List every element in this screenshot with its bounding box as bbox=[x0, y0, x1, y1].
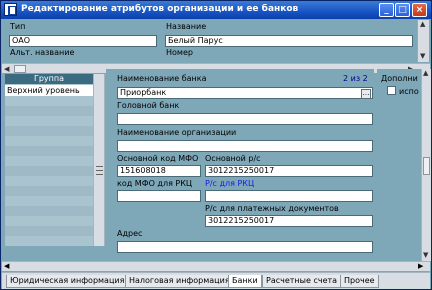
rkc-mfo-field[interactable] bbox=[117, 190, 201, 202]
close-button[interactable]: × bbox=[412, 3, 427, 17]
scroll-up-icon[interactable]: ▲ bbox=[420, 20, 425, 28]
mfo-label: Основной код МФО bbox=[117, 154, 199, 163]
bank-name-label: Наименование банка bbox=[117, 74, 207, 83]
header-scrollbar[interactable]: ▲ ▼ bbox=[417, 20, 429, 62]
scroll-left-icon[interactable]: ◀ bbox=[4, 64, 9, 74]
tab-bar: Юридическая информация Налоговая информа… bbox=[2, 272, 430, 289]
scroll-up-icon[interactable]: ▲ bbox=[423, 69, 428, 77]
form-scrollbar[interactable]: ▲ ▼ bbox=[421, 69, 431, 261]
title-bar[interactable]: Редактирование атрибутов организации и е… bbox=[1, 1, 431, 19]
rkc-account-field[interactable] bbox=[205, 190, 373, 202]
name-label: Название bbox=[166, 22, 207, 31]
type-field[interactable]: ОАО bbox=[9, 35, 157, 47]
name-field[interactable]: Белый Парус bbox=[165, 35, 413, 47]
head-bank-label: Головной банк bbox=[117, 101, 180, 110]
address-label: Адрес bbox=[117, 229, 143, 238]
mfo-field[interactable]: 151608018 bbox=[117, 165, 201, 177]
tab-banks[interactable]: Банки bbox=[228, 275, 262, 288]
form-hscrollbar[interactable]: ◀ ▶ bbox=[2, 261, 430, 271]
app-icon bbox=[4, 3, 17, 16]
org-header: Тип ОАО Название Белый Парус Альт. назва… bbox=[2, 19, 430, 63]
head-bank-field[interactable] bbox=[117, 113, 373, 125]
group-empty-rows bbox=[5, 96, 93, 246]
maximize-button[interactable]: □ bbox=[395, 3, 410, 17]
scroll-left-icon[interactable]: ◀ bbox=[4, 262, 9, 271]
alt-name-label: Альт. название bbox=[10, 48, 75, 57]
group-list: Группа Верхний уровень bbox=[5, 74, 93, 246]
minimize-button[interactable]: _ bbox=[379, 3, 394, 17]
rkc-mfo-label: код МФО для РКЦ bbox=[117, 179, 193, 188]
scroll-right-icon[interactable]: ▶ bbox=[418, 262, 423, 271]
scroll-down-icon[interactable]: ▼ bbox=[420, 52, 425, 60]
group-column-header[interactable]: Группа bbox=[5, 74, 93, 84]
payment-account-field[interactable]: 3012215250017 bbox=[205, 215, 373, 227]
account-field[interactable]: 3012215250017 bbox=[205, 165, 373, 177]
scroll-down-icon[interactable]: ▼ bbox=[423, 251, 428, 259]
extra-label: Дополни bbox=[381, 74, 418, 83]
bank-name-field[interactable]: Приорбанк bbox=[117, 87, 373, 99]
scroll-thumb[interactable] bbox=[423, 157, 430, 175]
splitter-grip-icon[interactable] bbox=[96, 166, 103, 175]
group-item[interactable]: Верхний уровень bbox=[5, 85, 93, 96]
tab-legal-info[interactable]: Юридическая информация bbox=[6, 275, 129, 288]
tab-settlement-accounts[interactable]: Расчетные счета bbox=[262, 275, 342, 288]
tab-tax-info[interactable]: Налоговая информация bbox=[125, 275, 234, 288]
record-pager: 2 из 2 bbox=[343, 74, 368, 83]
org-name-field[interactable] bbox=[117, 140, 373, 152]
type-label: Тип bbox=[10, 22, 26, 31]
window-title: Редактирование атрибутов организации и е… bbox=[21, 4, 299, 14]
tab-other[interactable]: Прочее bbox=[340, 275, 379, 288]
panel-splitter[interactable] bbox=[93, 74, 105, 246]
bank-select-button[interactable]: … bbox=[361, 89, 371, 99]
account-label: Основной р/с bbox=[205, 154, 261, 163]
extra-column bbox=[377, 69, 421, 261]
number-label: Номер bbox=[166, 48, 193, 57]
scroll-thumb[interactable] bbox=[14, 65, 26, 73]
use-label: испо bbox=[399, 87, 419, 96]
org-name-label: Наименование организации bbox=[117, 128, 237, 137]
payment-account-label: Р/с для платежных документов bbox=[205, 204, 339, 213]
use-checkbox[interactable] bbox=[387, 86, 396, 95]
dialog-window: Редактирование атрибутов организации и е… bbox=[0, 0, 432, 290]
rkc-account-label[interactable]: Р/с для РКЦ bbox=[205, 179, 254, 188]
address-field[interactable] bbox=[117, 241, 373, 253]
